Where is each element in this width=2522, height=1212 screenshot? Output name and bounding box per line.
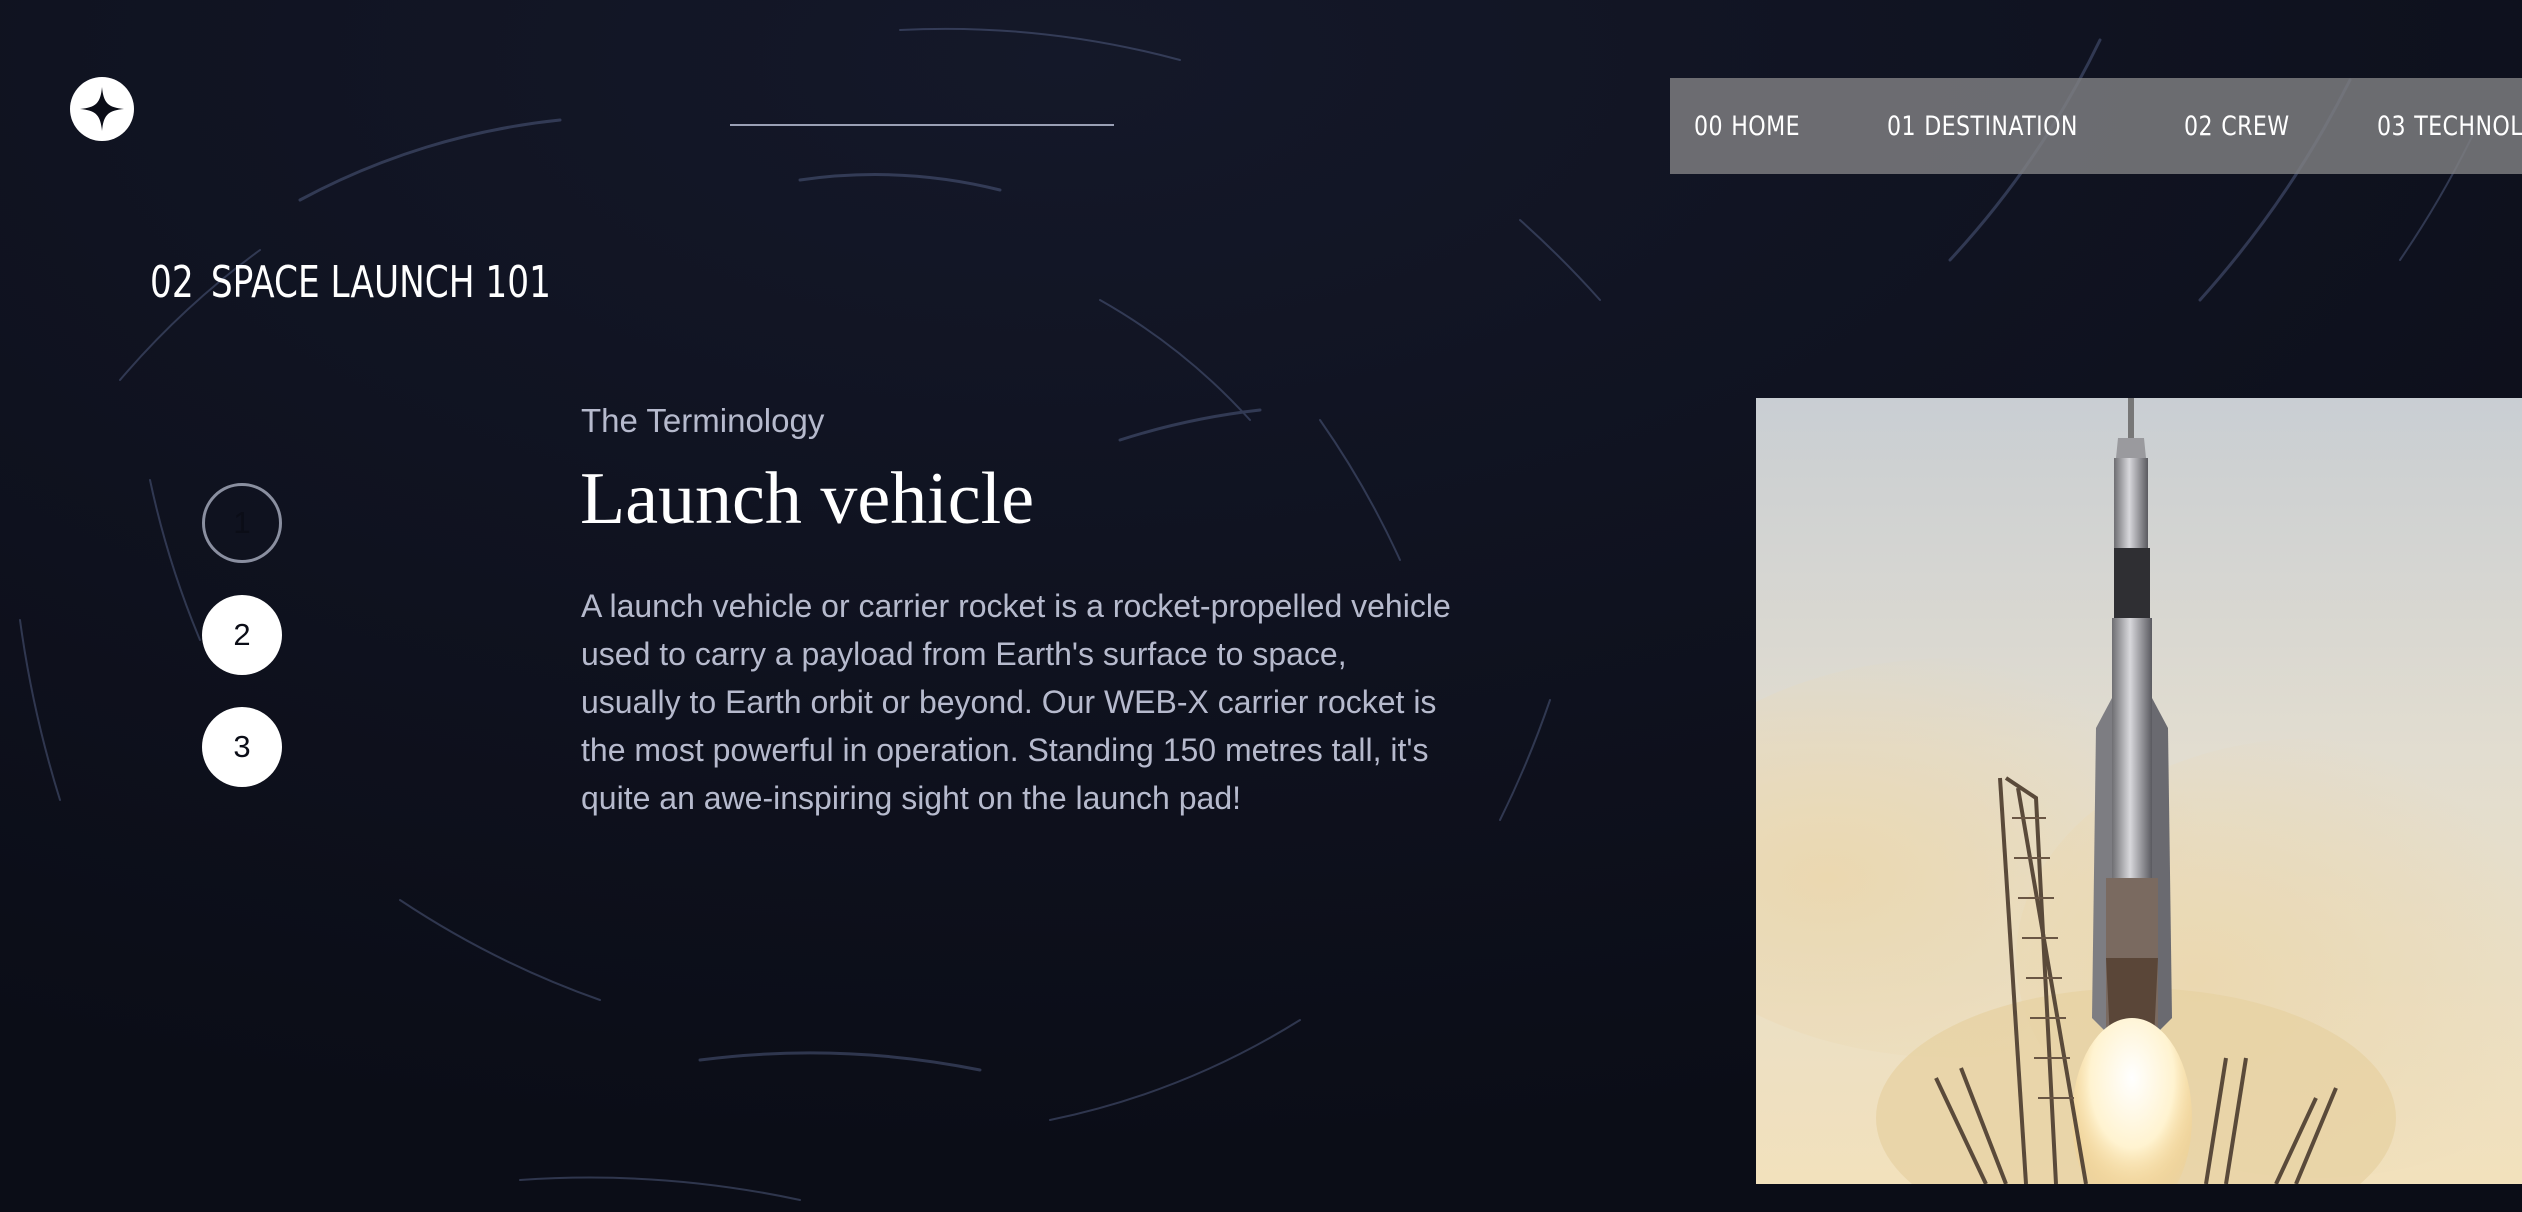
logo-icon[interactable] [70,77,134,141]
nav-label: TECHNOLOGY [2413,110,2522,142]
step-button-2[interactable]: 2 [202,595,282,675]
nav-number: 00 [1694,110,1723,142]
terminology-subheading: The Terminology [581,402,825,439]
technology-title: Launch vehicle [580,458,1035,540]
nav-label: DESTINATION [1924,110,2079,142]
page-title: 02 SPACE LAUNCH 101 [150,257,551,308]
page-title-text: SPACE LAUNCH 101 [210,257,551,308]
nav-destination[interactable]: 01 DESTINATION [1887,111,2078,142]
launch-vehicle-image [1756,398,2522,1184]
nav-home[interactable]: 00 HOME [1694,111,1800,142]
header-divider-line [730,124,1114,126]
nav-label: HOME [1731,110,1801,142]
step-button-1[interactable]: 1 [202,483,282,563]
nav-crew[interactable]: 02 CREW [2184,111,2290,142]
step-button-3[interactable]: 3 [202,707,282,787]
main-navigation: 00HOME 01DESTINATION 02CREW 03TECHNOLOGY [1670,78,2522,174]
page-title-number: 02 [150,257,194,308]
technology-description: A launch vehicle or carrier rocket is a … [581,588,1451,816]
nav-number: 01 [1887,110,1917,142]
nav-number: 02 [2184,110,2214,142]
nav-label: CREW [2221,110,2290,142]
nav-number: 03 [2376,110,2406,142]
step-selector: 1 2 3 [202,483,282,819]
nav-technology[interactable]: 03TECHNOLOGY [2377,111,2522,142]
